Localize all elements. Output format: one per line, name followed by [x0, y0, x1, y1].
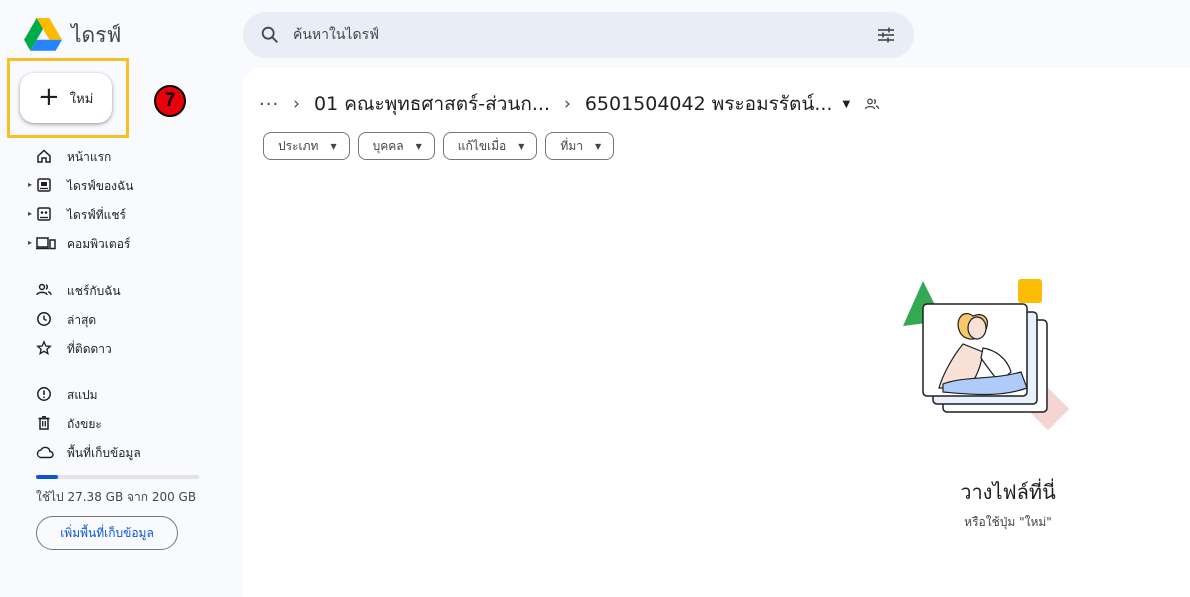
filter-label: ที่มา [560, 138, 583, 153]
filter-source[interactable]: ที่มา ▼ [545, 132, 615, 160]
search-icon [261, 26, 278, 43]
storage-usage-fill [36, 475, 59, 479]
empty-state-subtitle: หรือใช้ปุ่ม "ใหม่" [964, 515, 1052, 529]
sidebar-item-label: พื้นที่เก็บข้อมูล [67, 446, 141, 460]
sidebar-item-storage[interactable]: พื้นที่เก็บข้อมูล [0, 438, 230, 466]
caret-down-icon: ▼ [842, 98, 851, 110]
sidebar-item-label: ไดรฟ์ของฉัน [67, 179, 134, 193]
breadcrumb: ··· › 01 คณะพุทธศาสตร์-ส่วนก... › 650150… [259, 89, 880, 119]
caret-down-icon: ▼ [594, 141, 602, 151]
sidebar-item-label: คอมพิวเตอร์ [67, 237, 131, 251]
filter-chips: ประเภท ▼ บุคคล ▼ แก้ไขเมื่อ ▼ ที่มา ▼ [263, 132, 622, 160]
caret-down-icon: ▼ [415, 141, 422, 151]
sidebar-item-label: สแปม [67, 388, 98, 402]
app-title: ไดรฟ์ [71, 22, 122, 47]
sidebar-item-label: ไดรฟ์ที่แชร์ [67, 208, 127, 222]
sidebar-item-spam[interactable]: สแปม [0, 380, 230, 408]
sidebar-item-recent[interactable]: ล่าสุด [0, 305, 230, 333]
breadcrumb-item: 6501504042 พระอมรรัตน์... [584, 93, 833, 115]
drive-logo-icon [24, 18, 62, 51]
filter-label: บุคคล [372, 138, 404, 153]
empty-state-illustration [903, 279, 1070, 431]
drive-logo[interactable]: ไดรฟ์ [24, 18, 121, 52]
chevron-right-icon: › [564, 94, 571, 114]
filter-type[interactable]: ประเภท ▼ [263, 132, 350, 160]
sidebar-item-label: แชร์กับฉัน [67, 284, 121, 298]
shared-folder-icon [865, 98, 880, 110]
caret-down-icon: ▼ [330, 141, 337, 151]
search-options-icon[interactable] [876, 25, 896, 45]
sidebar-item-label: หน้าแรก [67, 150, 112, 164]
breadcrumb-current-folder[interactable]: 6501504042 พระอมรรัตน์... ▼ [585, 89, 850, 119]
shared-drives-icon [37, 207, 51, 221]
empty-state-title: วางไฟล์ที่นี่ [960, 480, 1056, 504]
breadcrumb-more-button[interactable]: ··· [259, 94, 279, 115]
sidebar-item-starred[interactable]: ที่ติดดาว [0, 334, 230, 362]
chevron-right-icon: › [293, 94, 300, 114]
search-bar[interactable]: ค้นหาในไดรฟ์ [243, 12, 914, 58]
cloud-icon [36, 446, 54, 459]
people-icon [36, 283, 52, 296]
filter-people[interactable]: บุคคล ▼ [357, 132, 435, 160]
caret-right-icon[interactable]: ▸ [28, 180, 32, 189]
step-badge: 7 [154, 85, 186, 117]
clock-icon [37, 312, 51, 326]
home-icon [37, 149, 51, 163]
buy-storage-button[interactable]: เพิ่มพื้นที่เก็บข้อมูล [36, 516, 178, 550]
sidebar-item-label: ล่าสุด [67, 313, 97, 327]
filter-label: ประเภท [278, 138, 319, 153]
sidebar-item-shared-drives[interactable]: ▸ ไดรฟ์ที่แชร์ [0, 200, 230, 228]
spam-icon [37, 387, 51, 401]
sidebar-item-home[interactable]: หน้าแรก [0, 142, 230, 170]
caret-down-icon: ▼ [518, 141, 525, 151]
star-icon [36, 340, 52, 356]
computers-icon [36, 237, 56, 250]
sidebar-item-label: ถังขยะ [67, 417, 102, 431]
search-input[interactable]: ค้นหาในไดรฟ์ [293, 24, 379, 46]
main-panel: ··· › 01 คณะพุทธศาสตร์-ส่วนก... › 650150… [243, 68, 1190, 597]
trash-icon [38, 416, 50, 430]
filter-label: แก้ไขเมื่อ [457, 138, 507, 153]
sidebar-item-shared-with-me[interactable]: แชร์กับฉัน [0, 276, 230, 304]
breadcrumb-item[interactable]: 01 คณะพุทธศาสตร์-ส่วนก... [314, 89, 550, 119]
filter-modified[interactable]: แก้ไขเมื่อ ▼ [442, 132, 538, 160]
storage-usage-text: ใช้ไป 27.38 GB จาก 200 GB [36, 490, 197, 504]
storage-usage-bar [36, 475, 199, 479]
caret-right-icon[interactable]: ▸ [28, 209, 32, 218]
sidebar-item-computers[interactable]: ▸ คอมพิวเตอร์ [0, 229, 230, 257]
caret-right-icon[interactable]: ▸ [28, 238, 32, 247]
my-drive-icon [37, 178, 51, 192]
new-button-highlight [7, 58, 129, 138]
sidebar-item-trash[interactable]: ถังขยะ [0, 409, 230, 437]
sidebar-item-my-drive[interactable]: ▸ ไดรฟ์ของฉัน [0, 171, 230, 199]
sidebar-item-label: ที่ติดดาว [67, 342, 112, 356]
